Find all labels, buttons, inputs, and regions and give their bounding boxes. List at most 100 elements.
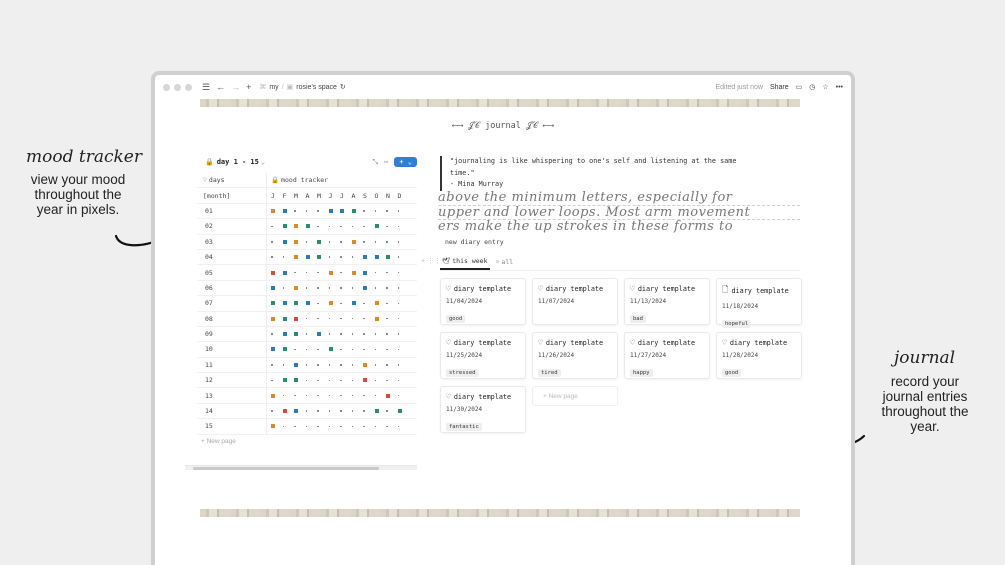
diary-card[interactable]: ♡ diary template 11/25/2024 stressed [440,332,526,379]
comments-icon[interactable]: ▭ [796,83,803,91]
mood-cell[interactable] [267,204,409,218]
table-row[interactable]: 05 [197,265,417,281]
expand-icon[interactable]: ⤡ [373,158,379,167]
favorite-star-icon[interactable]: ☆ [822,83,828,91]
mood-cell[interactable] [267,388,409,402]
mood-cell[interactable] [267,250,409,264]
add-icon[interactable]: + [246,82,251,92]
diary-card[interactable]: ♡ diary template 11/30/2024 fantastic [440,386,526,433]
day-cell[interactable]: 08 [197,311,267,326]
drag-handle-icon[interactable]: + ⋮⋮ [421,257,441,265]
mood-cell[interactable] [267,342,409,356]
scrollbar-thumb[interactable] [193,467,379,470]
mood-pixel-slot [340,364,352,366]
back-arrow-icon[interactable]: ← [216,82,225,92]
mood-pixel-slot [374,394,387,397]
table-row[interactable]: 04 [197,249,417,266]
diary-card[interactable]: 🗋 diary template 11/18/2024 hopeful [716,278,802,328]
day-cell[interactable]: 04 [197,249,267,265]
new-diary-entry-button[interactable]: new diary entry [445,238,504,246]
table-row[interactable]: 02 [197,219,417,235]
mood-pixel-slot [363,255,375,260]
table-row[interactable]: 13 [197,388,417,404]
day-cell[interactable]: 11 [197,357,267,373]
table-row[interactable]: 07 [197,296,417,312]
window-minimize-button[interactable] [174,83,181,91]
table-row[interactable]: 15 [197,419,417,435]
mood-cell[interactable] [267,404,409,418]
table-row[interactable]: 08 [197,311,417,327]
day-cell[interactable]: 13 [197,388,267,403]
window-close-button[interactable] [163,83,170,91]
mood-cell[interactable] [267,373,409,387]
card-title-text: diary template [453,338,512,347]
diary-card[interactable]: ♡ diary template 11/26/2024 tired [532,332,618,379]
card-title-text: diary template [731,287,789,295]
mood-cell[interactable] [267,419,409,433]
table-row[interactable]: 09 [197,326,417,343]
mood-pixel-slot [294,239,306,244]
mood-cell[interactable] [267,219,409,233]
day-cell[interactable]: 03 [197,234,267,249]
mood-pixel-slot [386,425,398,428]
mood-pixel-slot [363,333,375,335]
mood-cell[interactable] [267,327,409,341]
column-header-mood[interactable]: 🔒 mood tracker [267,173,328,187]
breadcrumb-item-rosies-space[interactable]: rosie's space [296,84,337,91]
new-entry-button[interactable]: + ⌄ [394,157,417,167]
breadcrumb-item-my[interactable]: my [269,84,278,91]
app-window: ☰ ← → + ⌘ my / ▣ rosie's space ↻ Edited … [151,71,855,565]
day-cell[interactable]: 05 [197,265,267,280]
diary-card[interactable]: ♡ diary template 11/28/2024 good [716,332,802,379]
new-page-button[interactable]: + New page [189,435,417,449]
view-name[interactable]: day 1 - 15 [217,158,259,166]
tab-all[interactable]: ☼ all [494,255,516,270]
day-cell[interactable]: 01 [197,203,267,219]
chevron-down-icon[interactable]: ⌄ [261,158,265,166]
day-cell[interactable]: 07 [197,296,267,311]
share-button[interactable]: Share [770,84,789,91]
mood-cell[interactable] [267,296,409,310]
tab-this-week[interactable]: 🕊 this week [440,255,490,270]
diary-card[interactable]: ♡ diary template 11/07/2024 [532,278,618,325]
day-cell[interactable]: 09 [197,326,267,342]
month-letter: O [374,191,379,200]
month-letter: M [317,191,321,200]
diary-card[interactable]: ♡ diary template 11/04/2024 good [440,278,526,325]
table-row[interactable]: 12 [197,373,417,389]
column-header-days[interactable]: ♡ days [197,173,267,188]
card-date: 11/27/2024 [630,352,667,359]
table-row[interactable]: 06 [197,280,417,297]
cursive-script-image: above the minimum letters, especially fo… [438,191,800,233]
mood-cell[interactable] [267,358,409,372]
history-icon[interactable]: ◷ [809,83,815,91]
empty-mood-dot [294,210,296,212]
day-cell[interactable]: 14 [197,403,267,419]
sidebar-toggle-icon[interactable]: ☰ [202,82,210,93]
mood-pixel-slot [271,410,283,412]
forward-arrow-icon[interactable]: → [231,82,240,92]
more-options-icon[interactable]: ••• [836,84,843,91]
new-page-button[interactable]: + New page [532,386,618,406]
window-maximize-button[interactable] [185,83,192,91]
table-row[interactable]: 10 [197,342,417,358]
table-row[interactable]: 03 [197,234,417,250]
table-row[interactable]: 11 [197,357,417,374]
mood-cell[interactable] [267,265,409,279]
diary-card[interactable]: ♡ diary template 11/27/2024 happy [624,332,710,379]
day-cell[interactable]: 10 [197,342,267,357]
horizontal-scrollbar[interactable] [185,465,417,470]
table-row[interactable]: 14 [197,403,417,420]
mood-pixel-slot [340,302,352,305]
table-row[interactable]: 01 [197,203,417,220]
mood-cell[interactable] [267,281,409,295]
diary-card[interactable]: ♡ diary template 11/13/2024 bad [624,278,710,325]
more-icon[interactable]: ⋯ [384,158,388,166]
day-cell[interactable]: 06 [197,280,267,296]
mood-cell[interactable] [267,312,409,326]
day-cell[interactable]: 15 [197,419,267,434]
mood-cell[interactable] [267,235,409,249]
mood-pixel-slot [328,270,341,275]
day-cell[interactable]: 02 [197,219,267,234]
day-cell[interactable]: 12 [197,373,267,388]
